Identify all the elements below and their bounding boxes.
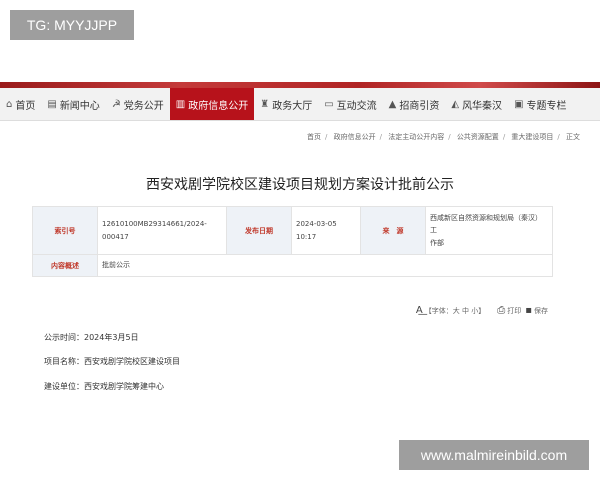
print-icon: ⎙ <box>497 305 506 316</box>
print-button[interactable]: 打印 <box>507 306 521 316</box>
book-icon: ▥ <box>175 98 186 110</box>
nav-label: 政府信息公开 <box>188 100 249 112</box>
nav-label: 风华秦汉 <box>462 100 503 112</box>
index-label: 索引号 <box>32 206 98 255</box>
index-value: 12610100MB29314661/2024- 000417 <box>97 206 227 255</box>
breadcrumb-statutory[interactable]: 法定主动公开内容 <box>388 133 444 141</box>
summary-value: 批前公示 <box>97 254 553 277</box>
nav-label: 政务大厅 <box>272 100 313 112</box>
chart-icon: ▲ <box>388 98 397 110</box>
date-value-line1: 2024-03-05 <box>296 219 337 228</box>
save-icon: ▪ <box>525 305 532 316</box>
nav-item-home[interactable]: ⌂ 首页 <box>0 88 41 120</box>
date-label: 发布日期 <box>226 206 292 255</box>
breadcrumb-resources[interactable]: 公共资源配置 <box>457 133 499 141</box>
party-icon: ☭ <box>111 98 121 110</box>
index-value-line1: 12610100MB29314661/2024- <box>102 219 207 228</box>
breadcrumb-home[interactable]: 首页 <box>307 133 321 141</box>
nav-item-gov-info[interactable]: ▥ 政府信息公开 <box>169 88 255 120</box>
date-value: 2024-03-05 10:17 <box>291 206 361 255</box>
date-value-line2: 10:17 <box>296 232 317 241</box>
nav-item-party[interactable]: ☭ 党务公开 <box>106 88 170 120</box>
source-label: 来 源 <box>360 206 426 255</box>
page-title: 西安戏剧学院校区建设项目规划方案设计批前公示 <box>146 177 454 193</box>
breadcrumb: 首页 / 政府信息公开 / 法定主动公开内容 / 公共资源配置 / 重大建设项目 / 正文 <box>307 132 580 142</box>
nav-item-interact[interactable]: ▭ 互动交流 <box>318 88 382 120</box>
font-size-icon: A͟ <box>415 305 423 316</box>
breadcrumb-separator: / <box>379 133 382 141</box>
chat-icon: ▭ <box>324 98 334 110</box>
nav-label: 互动交流 <box>336 100 377 112</box>
nav-label: 新闻中心 <box>59 100 100 112</box>
index-value-line2: 000417 <box>102 232 129 241</box>
watermark-bottom: www.malmireinbild.com <box>399 440 589 470</box>
breadcrumb-separator: / <box>325 133 328 141</box>
source-value-line2: 作部 <box>430 238 444 247</box>
construction-unit: 建设单位：西安戏剧学院筹建中心 <box>44 382 164 391</box>
nav-label: 招商引资 <box>399 100 440 112</box>
breadcrumb-separator: / <box>502 133 506 141</box>
article-tools: A͟ 【字体：大 中 小】 ⎙ 打印 ▪ 保存 <box>416 305 548 316</box>
nav-label: 专题专栏 <box>526 100 567 112</box>
breadcrumb-separator: / <box>557 133 560 141</box>
news-icon: ▤ <box>47 98 57 110</box>
nav-label: 党务公开 <box>123 100 164 112</box>
watermark-top: TG: MYYJJPP <box>10 10 134 40</box>
nav-item-news[interactable]: ▤ 新闻中心 <box>41 88 105 120</box>
summary-label: 内容概述 <box>32 254 98 277</box>
source-value-line1: 西咸新区自然资源和规划局（秦汉）工 <box>430 213 542 235</box>
breadcrumb-projects[interactable]: 重大建设项目 <box>511 133 553 141</box>
nav-item-topic[interactable]: ▣ 专题专栏 <box>508 88 572 120</box>
meta-table: 索引号 12610100MB29314661/2024- 000417 发布日期… <box>32 206 553 277</box>
font-size-control[interactable]: 【字体：大 中 小】 <box>425 306 485 316</box>
topic-icon: ▣ <box>514 98 524 110</box>
breadcrumb-separator: / <box>448 133 451 141</box>
project-name: 项目名称：西安戏剧学院校区建设项目 <box>44 357 180 366</box>
source-value: 西咸新区自然资源和规划局（秦汉）工 作部 <box>425 206 553 255</box>
main-nav: ⌂ 首页 ▤ 新闻中心 ☭ 党务公开 ▥ 政府信息公开 ♜ 政务大厅 ▭ 互动交… <box>0 88 600 121</box>
publish-time: 公示时间：2024年3月5日 <box>44 333 139 342</box>
nav-item-hall[interactable]: ♜ 政务大厅 <box>254 88 318 120</box>
save-button[interactable]: 保存 <box>534 306 548 316</box>
nav-item-scenery[interactable]: ◭ 风华秦汉 <box>445 88 508 120</box>
scenery-icon: ◭ <box>451 98 460 110</box>
breadcrumb-gov-info[interactable]: 政府信息公开 <box>334 133 376 141</box>
breadcrumb-current: 正文 <box>566 133 580 141</box>
nav-label: 首页 <box>15 100 36 112</box>
hall-icon: ♜ <box>260 98 270 110</box>
home-icon: ⌂ <box>6 98 13 110</box>
nav-item-invest[interactable]: ▲ 招商引资 <box>383 88 446 120</box>
